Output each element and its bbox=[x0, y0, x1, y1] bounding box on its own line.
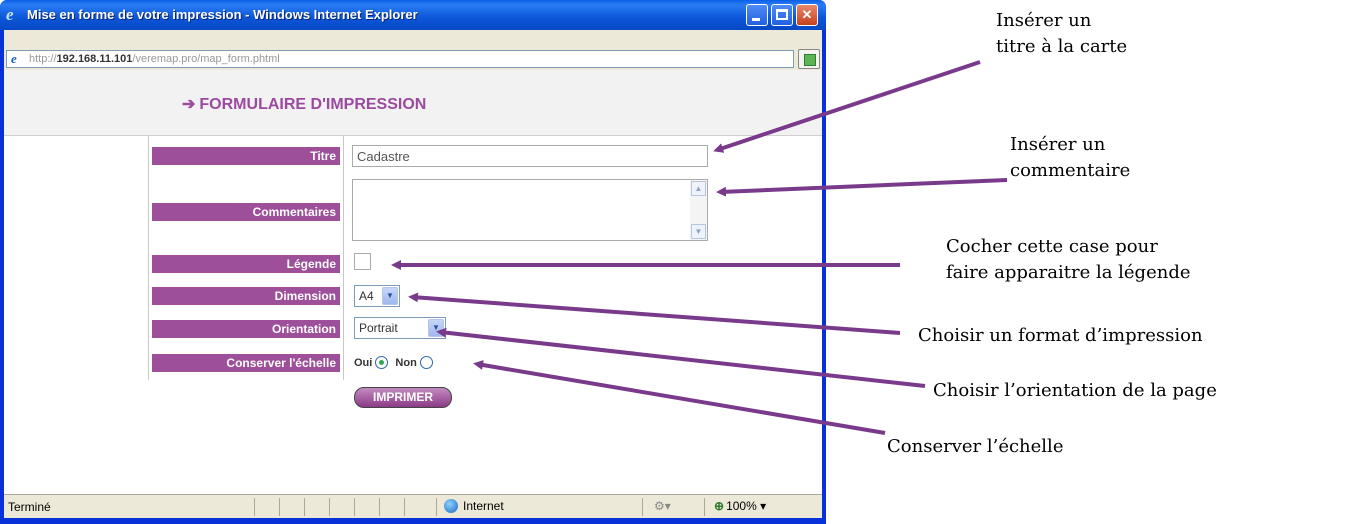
left-divider bbox=[148, 136, 149, 380]
status-divider bbox=[642, 498, 643, 516]
textarea-scrollbar[interactable]: ▲ ▼ bbox=[690, 180, 707, 240]
globe-icon bbox=[444, 499, 458, 513]
echelle-label: Conserver l'échelle bbox=[152, 354, 340, 372]
url-field[interactable]: e http://192.168.11.101/veremap.pro/map_f… bbox=[6, 50, 794, 68]
ie-window: e Mise en forme de votre impression - Wi… bbox=[0, 0, 826, 524]
status-divider bbox=[254, 498, 255, 516]
arrow-right-icon: ➔ bbox=[182, 96, 196, 113]
annotation-titre: Insérer un titre à la carte bbox=[996, 8, 1127, 60]
security-zone[interactable]: Internet bbox=[444, 499, 504, 513]
oui-label: Oui bbox=[354, 356, 373, 369]
status-divider bbox=[329, 498, 330, 516]
status-divider bbox=[354, 498, 355, 516]
title-bar[interactable]: e Mise en forme de votre impression - Wi… bbox=[0, 0, 826, 30]
scroll-up-icon[interactable]: ▲ bbox=[691, 181, 706, 196]
address-bar: e http://192.168.11.101/veremap.pro/map_f… bbox=[4, 30, 822, 70]
minimize-icon bbox=[752, 18, 760, 21]
status-divider bbox=[279, 498, 280, 516]
url-prefix: http:// bbox=[29, 53, 57, 65]
annotation-line: Insérer un bbox=[1010, 134, 1106, 155]
annotation-line: Cocher cette case pour bbox=[946, 236, 1158, 257]
maximize-button[interactable] bbox=[771, 4, 793, 26]
non-radio[interactable] bbox=[419, 356, 433, 369]
oui-radio[interactable] bbox=[375, 356, 389, 369]
close-icon: ✕ bbox=[801, 7, 813, 22]
print-button[interactable]: IMPRIMER bbox=[354, 387, 452, 408]
header-band: ➔ FORMULAIRE D'IMPRESSION bbox=[4, 70, 822, 136]
column-divider bbox=[343, 136, 344, 380]
url-host: 192.168.11.101 bbox=[56, 53, 133, 65]
maximize-icon bbox=[776, 9, 788, 20]
scroll-down-icon[interactable]: ▼ bbox=[691, 224, 706, 239]
titre-input[interactable] bbox=[352, 145, 708, 167]
status-divider bbox=[404, 498, 405, 516]
url-path: /veremap.pro/map_form.phtml bbox=[132, 53, 280, 65]
minimize-button[interactable] bbox=[746, 4, 768, 26]
zone-label: Internet bbox=[463, 499, 504, 513]
chevron-down-icon[interactable]: ▼ bbox=[428, 319, 444, 337]
dimension-value: A4 bbox=[359, 289, 374, 303]
commentaires-textarea[interactable]: ▲ ▼ bbox=[352, 179, 708, 241]
annotation-orientation: Choisir l’orientation de la page bbox=[933, 380, 1217, 401]
annotation-legende: Cocher cette case pour faire apparaitre … bbox=[946, 234, 1191, 286]
echelle-radio-group: Oui Non bbox=[354, 356, 437, 374]
protected-mode-icon[interactable]: ⚙▾ bbox=[654, 499, 671, 513]
legende-checkbox[interactable] bbox=[354, 253, 371, 270]
annotation-echelle: Conserver l’échelle bbox=[887, 436, 1064, 457]
status-divider bbox=[379, 498, 380, 516]
dimension-label: Dimension bbox=[152, 287, 340, 305]
form-heading: FORMULAIRE D'IMPRESSION bbox=[199, 96, 427, 113]
compat-view-button[interactable] bbox=[798, 49, 820, 69]
dimension-select[interactable]: A4 ▼ bbox=[354, 285, 400, 307]
page-icon: e bbox=[11, 51, 17, 66]
chevron-down-icon[interactable]: ▼ bbox=[382, 287, 398, 305]
annotation-line: faire apparaitre la légende bbox=[946, 262, 1191, 283]
zoom-icon: ⊕ bbox=[714, 499, 725, 513]
status-divider bbox=[436, 498, 437, 516]
orientation-label: Orientation bbox=[152, 320, 340, 338]
legende-label: Légende bbox=[152, 255, 340, 273]
close-button[interactable]: ✕ bbox=[796, 4, 818, 26]
zoom-level: 100% bbox=[726, 499, 757, 513]
annotation-format: Choisir un format d’impression bbox=[918, 325, 1203, 346]
annotation-commentaire: Insérer un commentaire bbox=[1010, 132, 1130, 184]
status-text: Terminé bbox=[8, 500, 51, 514]
annotation-line: commentaire bbox=[1010, 160, 1131, 181]
zoom-control[interactable]: ⊕ 100% ▾ bbox=[714, 499, 766, 513]
commentaires-label: Commentaires bbox=[152, 203, 340, 221]
page-title: ➔ FORMULAIRE D'IMPRESSION bbox=[182, 94, 426, 114]
window-title: Mise en forme de votre impression - Wind… bbox=[27, 7, 418, 22]
annotation-line: titre à la carte bbox=[996, 36, 1128, 57]
titre-label: Titre bbox=[152, 147, 340, 165]
non-label: Non bbox=[395, 356, 417, 369]
annotation-line: Insérer un bbox=[996, 10, 1092, 31]
status-divider bbox=[704, 498, 705, 516]
status-divider bbox=[304, 498, 305, 516]
ie-logo-icon: e bbox=[6, 5, 14, 24]
orientation-select[interactable]: Portrait ▼ bbox=[354, 317, 446, 339]
page-content: ➔FORMULAIRE D'IMPRESSION Titre Commentai… bbox=[4, 70, 822, 494]
orientation-value: Portrait bbox=[359, 321, 398, 335]
status-bar: Terminé Internet ⚙▾ ⊕ 100% ▾ bbox=[4, 494, 822, 518]
